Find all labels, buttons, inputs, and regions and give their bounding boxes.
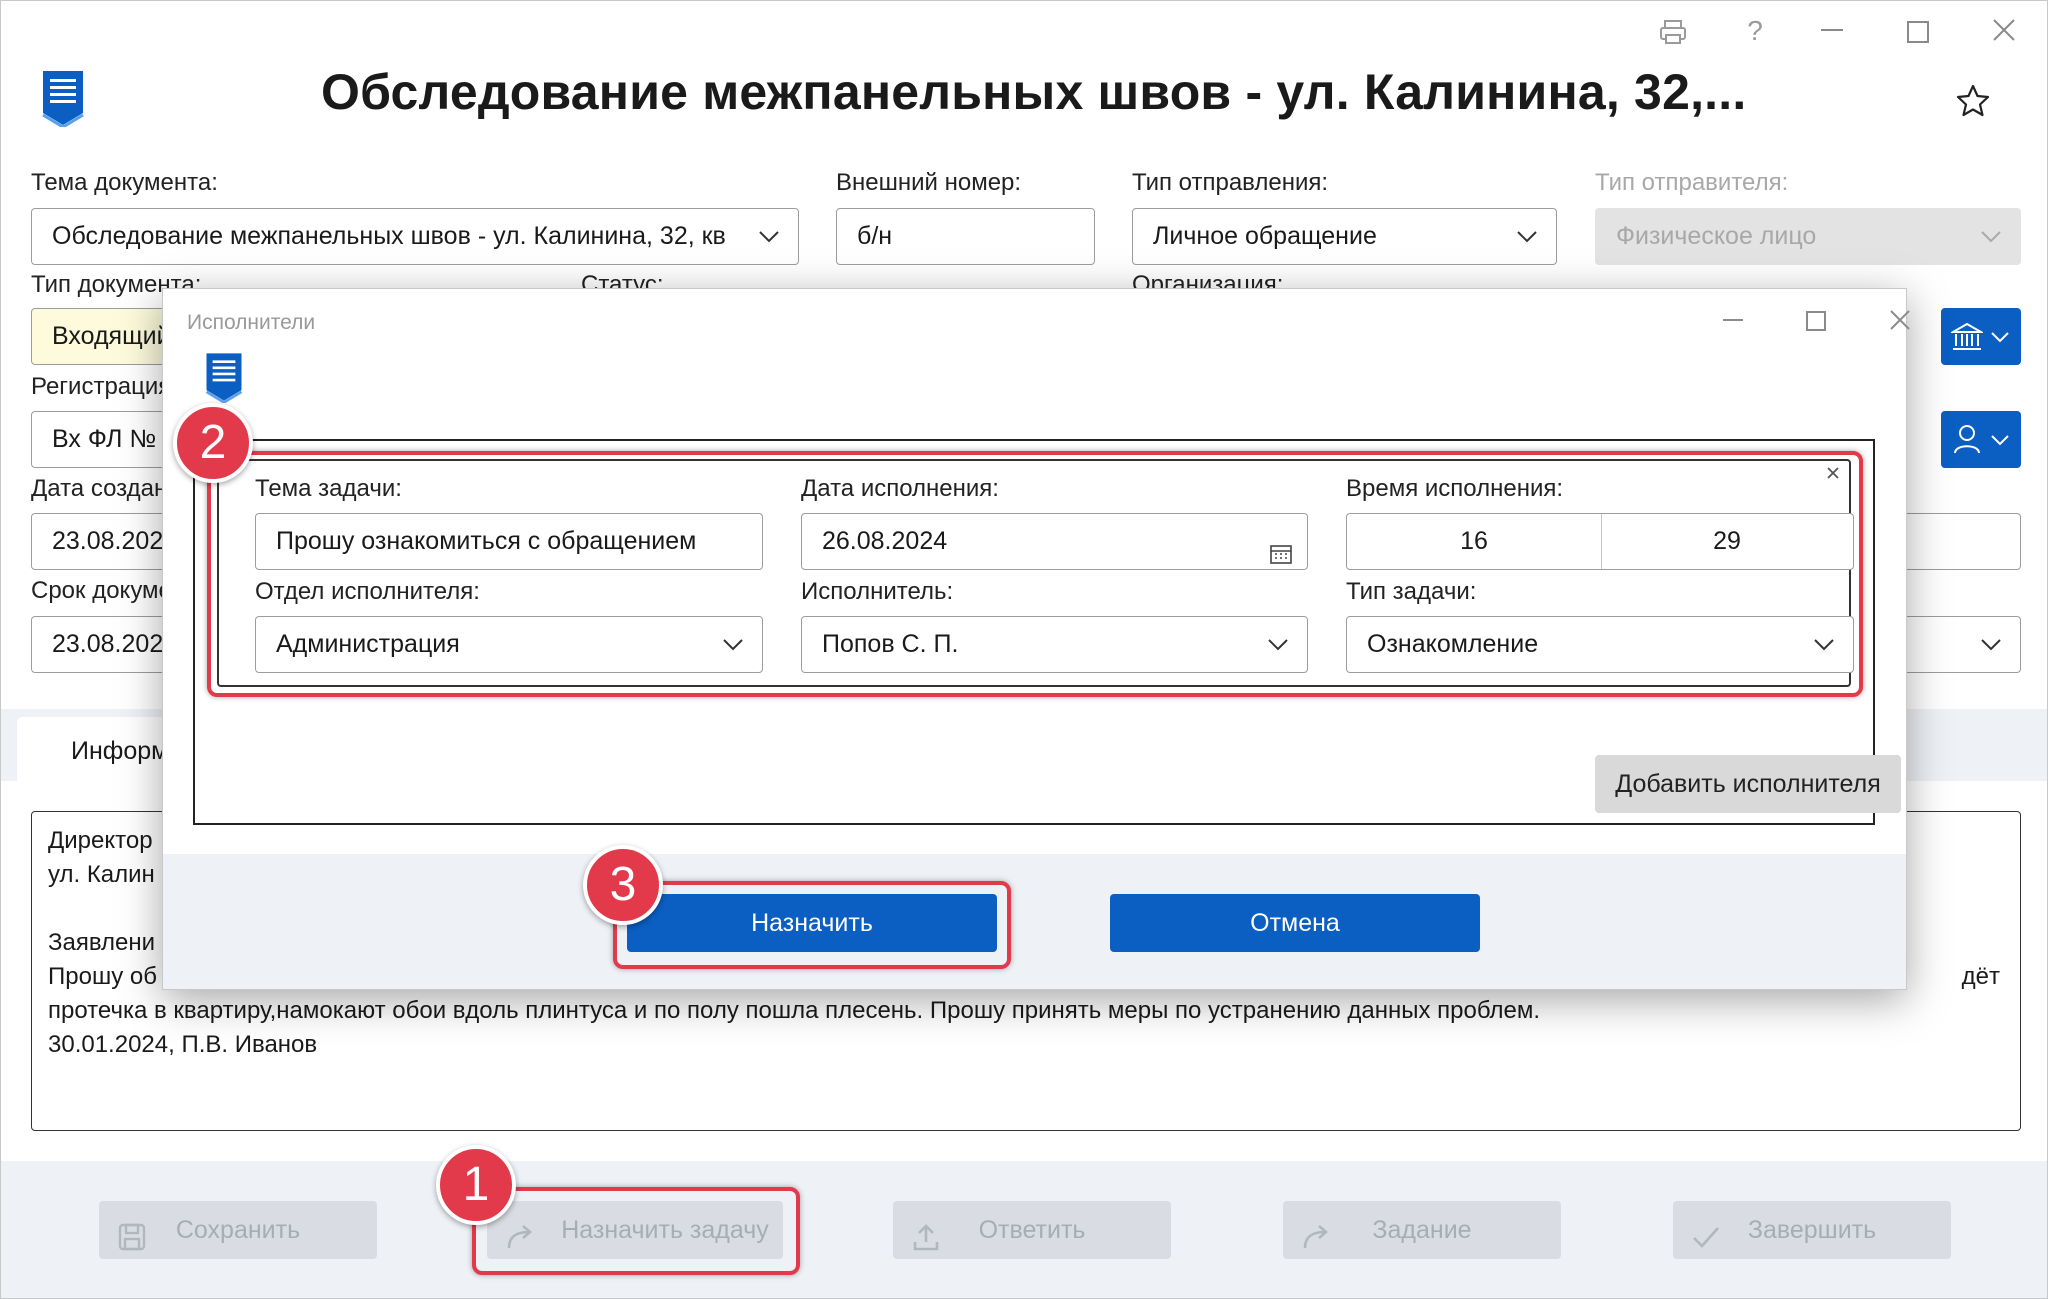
add-executor-button[interactable]: Добавить исполнителя bbox=[1595, 755, 1901, 813]
save-label: Сохранить bbox=[175, 1216, 301, 1244]
executors-dialog: Исполнители Тема задачи: Дата исполнения… bbox=[162, 288, 1910, 990]
task-label: Задание bbox=[1372, 1216, 1472, 1244]
save-icon bbox=[117, 1215, 147, 1251]
chevron-down-icon bbox=[1978, 631, 2004, 657]
registration-value: Вх ФЛ № bbox=[52, 425, 157, 453]
dialog-close-icon[interactable] bbox=[1889, 309, 1911, 336]
doc-type-value: Входящий bbox=[52, 322, 171, 350]
minimize-icon[interactable] bbox=[1821, 29, 1843, 31]
maximize-icon[interactable] bbox=[1907, 21, 1929, 43]
send-type-dropdown[interactable]: Личное обращение bbox=[1132, 208, 1557, 265]
deadline-date-value: 23.08.2024 bbox=[52, 630, 178, 658]
step-badge-3: 3 bbox=[583, 845, 663, 925]
chevron-down-icon bbox=[1514, 223, 1540, 249]
step-badge-1: 1 bbox=[436, 1145, 516, 1225]
subject-dropdown[interactable]: Обследование межпанельных швов - ул. Кал… bbox=[31, 208, 799, 265]
chevron-down-icon bbox=[1978, 223, 2004, 249]
sender-type-dropdown: Физическое лицо bbox=[1595, 208, 2021, 265]
star-icon[interactable] bbox=[1955, 83, 1991, 124]
subject-label: Тема документа: bbox=[31, 169, 218, 196]
dialog-minimize-icon[interactable] bbox=[1723, 319, 1743, 321]
document-logo-icon bbox=[39, 69, 87, 132]
dialog-logo-icon bbox=[203, 351, 245, 408]
chevron-down-icon bbox=[756, 223, 782, 249]
organization-select-button[interactable] bbox=[1941, 308, 2021, 365]
send-type-value: Личное обращение bbox=[1153, 222, 1377, 250]
highlight-assign-task bbox=[472, 1187, 800, 1275]
registration-label: Регистрация bbox=[31, 373, 172, 400]
memo-fragment: дёт bbox=[1961, 963, 2000, 990]
highlight-assign-button bbox=[613, 881, 1011, 969]
upload-icon bbox=[911, 1215, 941, 1251]
check-icon bbox=[1691, 1215, 1721, 1248]
help-icon[interactable]: ? bbox=[1735, 15, 1775, 47]
send-type-label: Тип отправления: bbox=[1132, 169, 1329, 196]
chevron-down-icon bbox=[1989, 429, 2011, 456]
memo-line: протечка в квартиру,намокают обои вдоль … bbox=[48, 997, 1541, 1024]
window-title: Обследование межпанельных швов - ул. Кал… bbox=[321, 64, 1747, 120]
close-icon[interactable] bbox=[1991, 17, 2017, 48]
main-window: ? Обследование межпанельных швов - ул. К… bbox=[0, 0, 2048, 1299]
cancel-button[interactable]: Отмена bbox=[1110, 894, 1480, 952]
person-select-button[interactable] bbox=[1941, 411, 2021, 468]
dialog-title: Исполнители bbox=[187, 311, 316, 334]
sender-type-value: Физическое лицо bbox=[1616, 222, 1817, 250]
reply-button[interactable]: Ответить bbox=[893, 1201, 1171, 1259]
chevron-down-icon bbox=[1989, 326, 2011, 353]
finish-label: Завершить bbox=[1747, 1216, 1877, 1244]
forward-arrow-icon bbox=[1301, 1215, 1331, 1249]
bank-icon bbox=[1949, 322, 1985, 357]
dialog-footer bbox=[163, 854, 1906, 989]
memo-line: 30.01.2024, П.В. Иванов bbox=[48, 1031, 318, 1058]
task-button[interactable]: Задание bbox=[1283, 1201, 1561, 1259]
finish-button[interactable]: Завершить bbox=[1673, 1201, 1951, 1259]
person-icon bbox=[1953, 423, 1981, 460]
save-button[interactable]: Сохранить bbox=[99, 1201, 377, 1259]
ext-number-value: б/н bbox=[857, 222, 893, 250]
dialog-maximize-icon[interactable] bbox=[1806, 311, 1826, 331]
created-date-value: 23.08.2024 bbox=[52, 527, 178, 555]
highlight-executor-card bbox=[207, 451, 1863, 697]
ext-number-label: Внешний номер: bbox=[836, 169, 1022, 196]
sender-type-label: Тип отправителя: bbox=[1595, 169, 1789, 196]
step-badge-2: 2 bbox=[173, 403, 253, 483]
print-icon[interactable] bbox=[1653, 17, 1693, 54]
ext-number-input[interactable]: б/н bbox=[836, 208, 1095, 265]
reply-label: Ответить bbox=[978, 1216, 1086, 1244]
subject-value: Обследование межпанельных швов - ул. Кал… bbox=[52, 222, 726, 250]
